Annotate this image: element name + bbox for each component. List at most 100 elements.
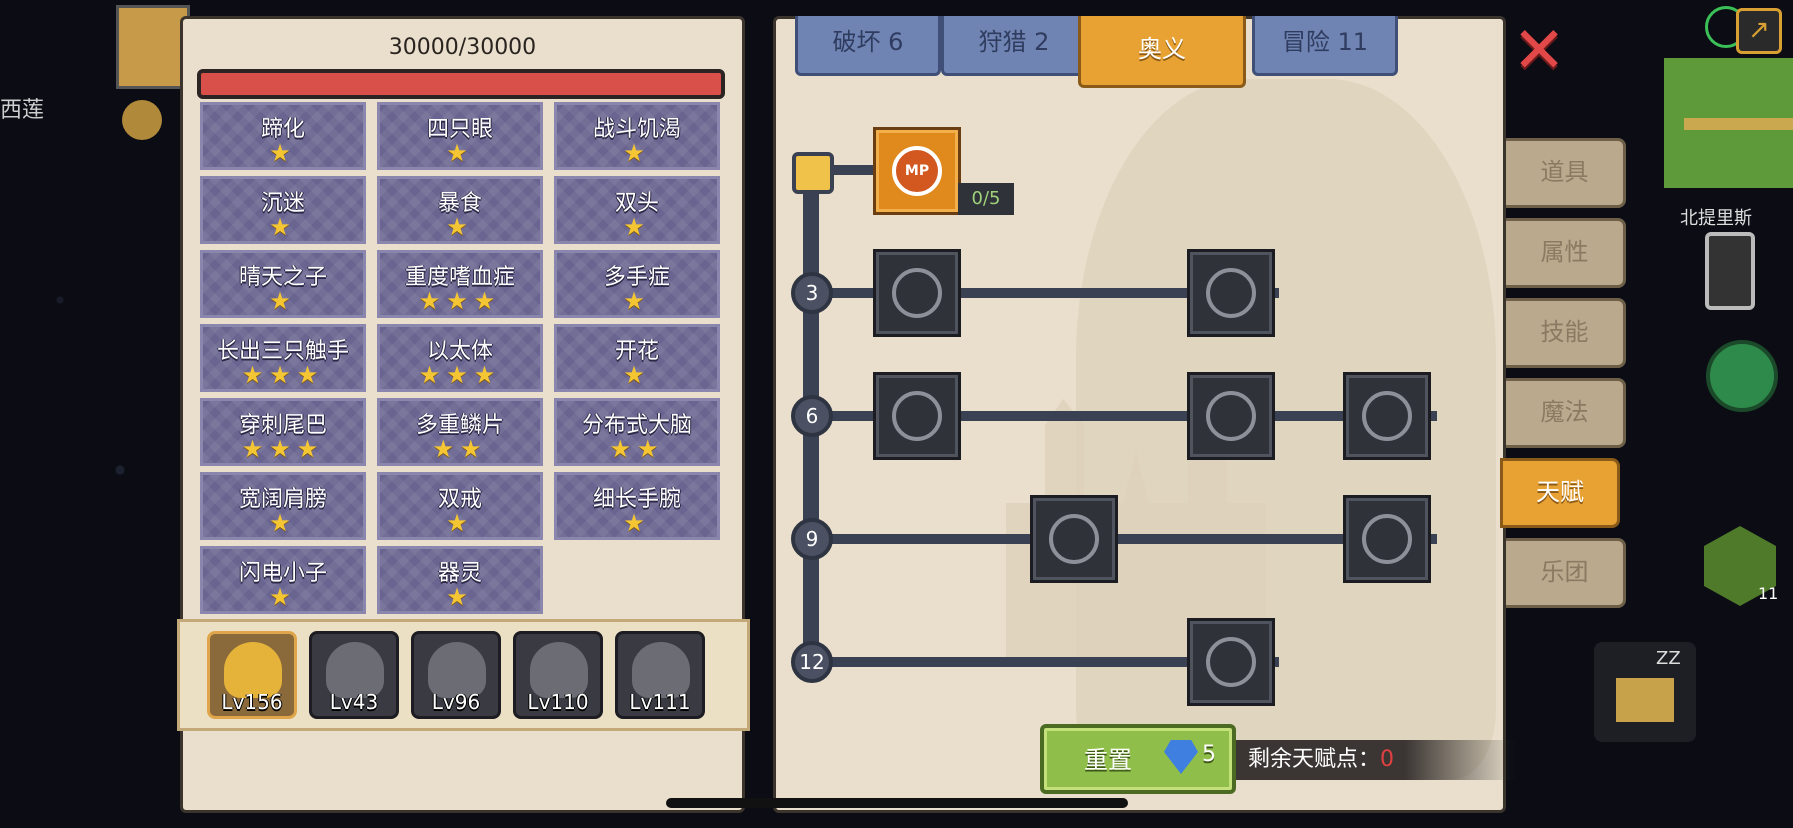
trait-stars: ★	[446, 509, 474, 537]
side-menu-item-0[interactable]: 道具	[1506, 138, 1626, 208]
trait-stars: ★	[623, 139, 651, 167]
trait-card[interactable]: 双头 ★	[554, 176, 720, 244]
trait-card[interactable]: 四只眼 ★	[377, 102, 543, 170]
trait-card[interactable]: 以太体 ★★★	[377, 324, 543, 392]
location-name: 北提里斯	[1680, 208, 1752, 229]
trait-card[interactable]: 双戒 ★	[377, 472, 543, 540]
gear-icon[interactable]	[122, 100, 162, 140]
mp-skill-icon: MP	[892, 146, 942, 196]
trait-card[interactable]: 宽阔肩膀 ★	[200, 472, 366, 540]
trait-stars: ★	[623, 509, 651, 537]
trait-card[interactable]: 多重鳞片 ★★	[377, 398, 543, 466]
talent-skill[interactable]	[873, 249, 961, 337]
dash-icon	[1049, 514, 1099, 564]
player-avatar[interactable]	[116, 5, 190, 89]
tornado-icon	[1206, 637, 1256, 687]
trait-card[interactable]: 战斗饥渴 ★	[554, 102, 720, 170]
trait-stars: ★	[269, 213, 297, 241]
trait-card[interactable]: 长出三只触手 ★★★	[200, 324, 366, 392]
trait-card[interactable]: 暴食 ★	[377, 176, 543, 244]
party-level: Lv43	[329, 690, 379, 714]
radar-icon[interactable]	[1706, 340, 1778, 412]
trait-stars: ★	[623, 213, 651, 241]
side-menu-item-5[interactable]: 乐团	[1506, 538, 1626, 608]
trait-stars: ★★★	[241, 435, 325, 463]
trait-stars: ★	[446, 213, 474, 241]
tree-start-node	[792, 152, 834, 194]
home-indicator	[666, 798, 1128, 808]
trait-card[interactable]: 分布式大脑 ★★	[554, 398, 720, 466]
side-menu-item-4[interactable]: 天赋	[1500, 458, 1620, 528]
trait-stars: ★	[446, 139, 474, 167]
talent-skill[interactable]	[1030, 495, 1118, 583]
trait-stars: ★★★	[418, 287, 502, 315]
remaining-talent-points: 剩余天赋点：0	[1236, 740, 1518, 780]
tab-1[interactable]: 狩猎 2	[941, 16, 1087, 76]
tab-0[interactable]: 破坏 6	[795, 16, 941, 76]
tab-2[interactable]: 奥义	[1078, 16, 1246, 88]
trait-stars: ★★★	[418, 361, 502, 389]
hp-bar	[197, 69, 725, 99]
trait-card[interactable]: 蹄化 ★	[200, 102, 366, 170]
talent-skill[interactable]	[1343, 372, 1431, 460]
trait-stars: ★★	[609, 435, 665, 463]
party-member[interactable]: Lv156	[207, 631, 297, 719]
party-level: Lv110	[527, 690, 589, 714]
talent-skill[interactable]	[1343, 495, 1431, 583]
minimap[interactable]	[1664, 58, 1793, 188]
reset-button[interactable]: 重置 5	[1040, 724, 1236, 794]
side-menu-item-2[interactable]: 技能	[1506, 298, 1626, 368]
party-bar: Lv156 Lv43 Lv96 Lv110 Lv111	[177, 619, 750, 731]
trait-card[interactable]: 器灵 ★	[377, 546, 543, 614]
tab-3[interactable]: 冒险 11	[1252, 16, 1398, 76]
party-member[interactable]: Lv111	[615, 631, 705, 719]
close-icon[interactable]: ✕	[1512, 19, 1566, 83]
background-silhouette	[1076, 79, 1496, 779]
talent-skill[interactable]	[873, 372, 961, 460]
top-skill-count: 0/5	[958, 183, 1014, 215]
phone-icon[interactable]	[1705, 232, 1755, 310]
hp-text: 30000/30000	[388, 35, 537, 60]
crosshair-icon	[1206, 391, 1256, 441]
trait-card[interactable]: 开花 ★	[554, 324, 720, 392]
side-menu-item-3[interactable]: 魔法	[1506, 378, 1626, 448]
tree-level-node: 9	[791, 518, 833, 560]
area-name-text: 西莲	[0, 98, 45, 123]
house-button[interactable]: ZZ	[1594, 642, 1696, 742]
party-member[interactable]: Lv110	[513, 631, 603, 719]
trait-card[interactable]: 闪电小子 ★	[200, 546, 366, 614]
hex-count: 11	[1758, 584, 1779, 603]
talent-skill[interactable]	[1187, 618, 1275, 706]
gear-icon	[1362, 391, 1412, 441]
house-icon	[1616, 678, 1674, 722]
tree-level-node: 6	[791, 395, 833, 437]
character-traits-panel: 30000/30000 蹄化 ★ 四只眼 ★ 战斗饥渴 ★ 沉迷 ★ 暴食 ★ 双头 ★ 晴天之子 ★ 重度…	[177, 16, 750, 813]
party-level: Lv96	[431, 690, 481, 714]
expand-arrow-icon[interactable]: ↗	[1736, 8, 1782, 54]
tree-level-node: 12	[791, 641, 833, 683]
minimap-road	[1684, 118, 1793, 130]
trait-stars: ★	[623, 287, 651, 315]
trait-card[interactable]: 细长手腕 ★	[554, 472, 720, 540]
party-member[interactable]: Lv43	[309, 631, 399, 719]
trait-card[interactable]: 重度嗜血症 ★★★	[377, 250, 543, 318]
trait-stars: ★	[269, 509, 297, 537]
remaining-value: 0	[1380, 747, 1395, 772]
vortex-icon	[892, 268, 942, 318]
trait-card[interactable]: 晴天之子 ★	[200, 250, 366, 318]
trait-stars: ★	[623, 361, 651, 389]
party-member[interactable]: Lv96	[411, 631, 501, 719]
side-menu-item-1[interactable]: 属性	[1506, 218, 1626, 288]
trait-stars: ★★★	[241, 361, 325, 389]
fist-icon	[1206, 268, 1256, 318]
talent-skill[interactable]: MP	[873, 127, 961, 215]
trait-card[interactable]: 多手症 ★	[554, 250, 720, 318]
trait-stars: ★	[269, 287, 297, 315]
chain-icon	[1362, 514, 1412, 564]
talent-skill[interactable]	[1187, 249, 1275, 337]
trait-card[interactable]: 沉迷 ★	[200, 176, 366, 244]
talent-skill[interactable]	[1187, 372, 1275, 460]
swirl-two-icon	[892, 391, 942, 441]
reset-cost: 5	[1202, 742, 1216, 767]
trait-card[interactable]: 穿刺尾巴 ★★★	[200, 398, 366, 466]
